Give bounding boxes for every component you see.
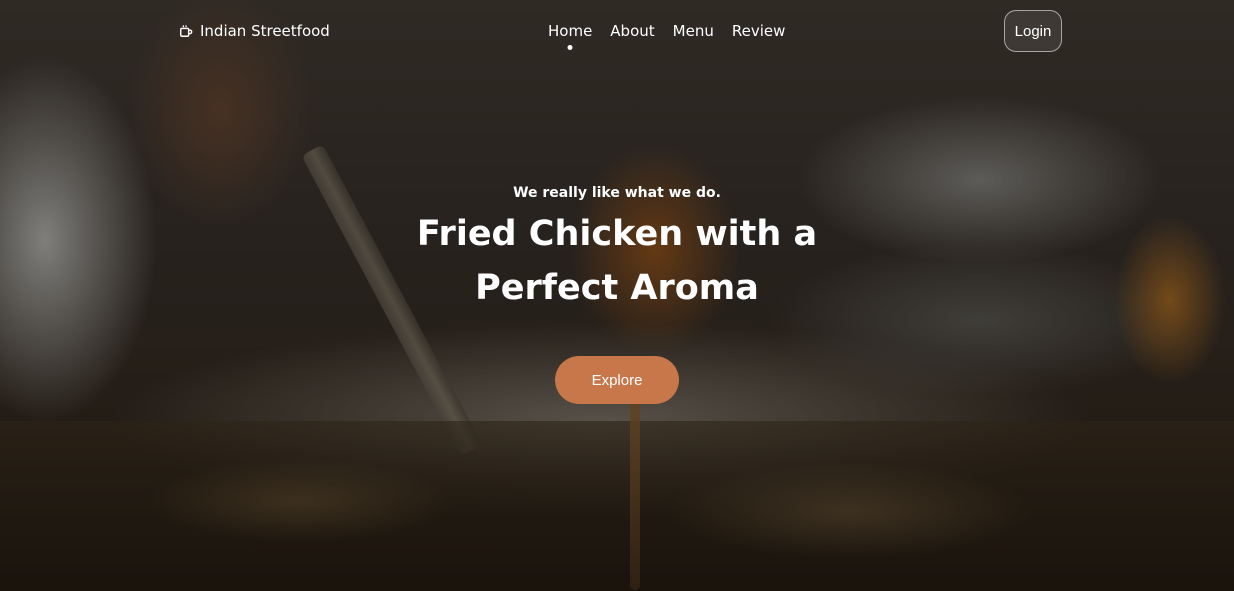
nav-link-label: Home <box>548 22 593 40</box>
nav-link-label: About <box>610 22 655 40</box>
brand-name: Indian Streetfood <box>200 22 330 40</box>
nav-link-menu[interactable]: Menu <box>673 22 714 40</box>
hero-section: Indian Streetfood Home About Menu Review… <box>0 0 1234 591</box>
coffee-cup-icon <box>180 25 193 37</box>
nav-links: Home About Menu Review <box>548 22 786 50</box>
nav-link-about[interactable]: About <box>610 22 654 40</box>
nav-link-review[interactable]: Review <box>732 22 786 40</box>
nav-link-home[interactable]: Home <box>548 22 593 50</box>
nav-link-label: Review <box>731 22 786 40</box>
hero-content: We really like what we do. Fried Chicken… <box>0 185 1234 315</box>
login-button[interactable]: Login <box>1004 10 1062 52</box>
navbar: Indian Streetfood Home About Menu Review… <box>0 0 1234 64</box>
brand-logo[interactable]: Indian Streetfood <box>179 22 330 40</box>
nav-link-label: Menu <box>672 22 714 40</box>
hero-tagline: We really like what we do. <box>513 185 721 201</box>
explore-button[interactable]: Explore <box>555 356 679 404</box>
active-indicator-dot <box>567 45 573 50</box>
hero-headline: Fried Chicken with a Perfect Aroma <box>416 214 818 308</box>
